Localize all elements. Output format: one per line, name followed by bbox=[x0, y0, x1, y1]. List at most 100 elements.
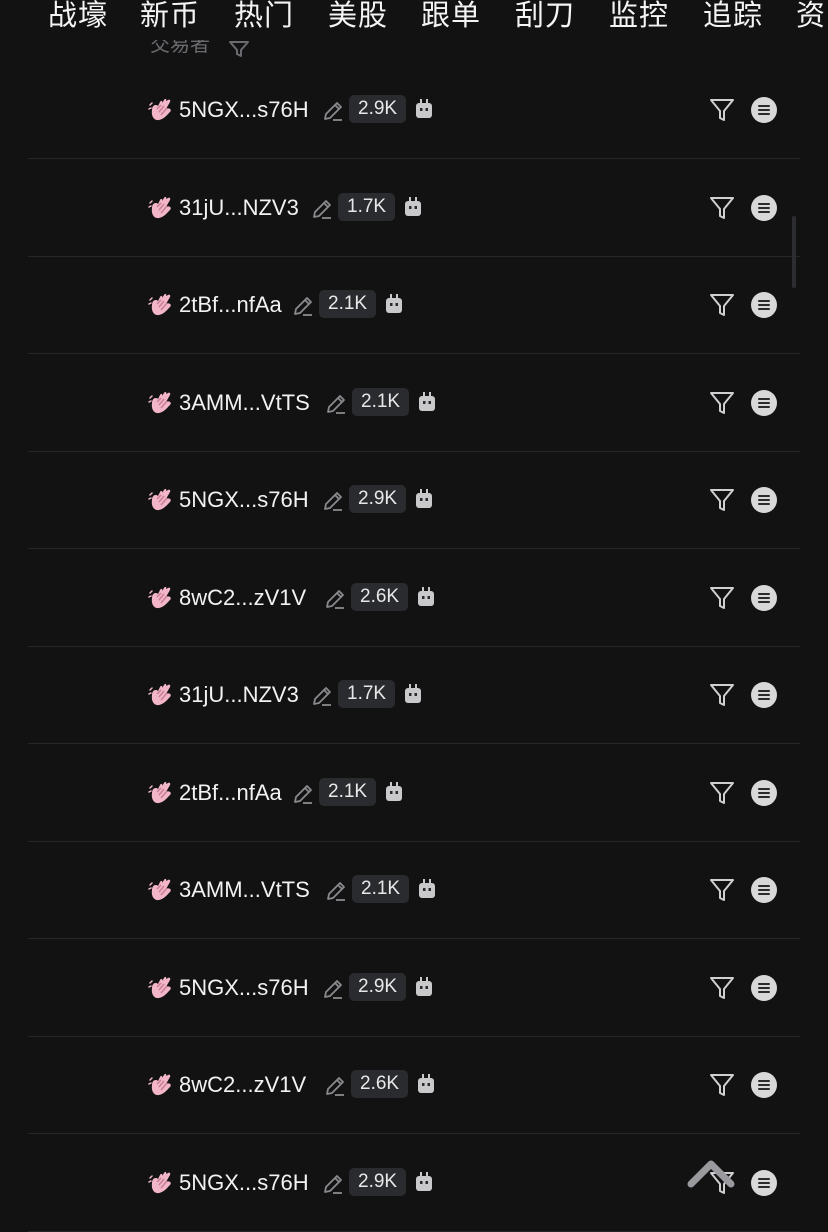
waving-hand-icon bbox=[148, 876, 176, 904]
waving-hand-icon bbox=[148, 389, 176, 417]
pencil-icon[interactable] bbox=[323, 1074, 347, 1098]
robot-icon bbox=[416, 877, 438, 901]
wallet-address[interactable]: 5NGX...s76H bbox=[179, 485, 309, 515]
list-item[interactable]: 31jU...NZV3 1.7K bbox=[0, 160, 828, 257]
menu-circle-icon[interactable] bbox=[751, 682, 777, 708]
tab-5[interactable]: 刮刀 bbox=[515, 0, 575, 34]
menu-circle-icon[interactable] bbox=[751, 389, 777, 416]
menu-circle-icon[interactable] bbox=[751, 194, 777, 221]
list-item[interactable]: 5NGX...s76H 2.9K bbox=[0, 940, 828, 1037]
pencil-icon[interactable] bbox=[321, 489, 345, 513]
filter-icon[interactable] bbox=[708, 389, 736, 417]
waving-hand-icon bbox=[148, 1169, 176, 1197]
menu-circle-icon[interactable] bbox=[751, 1169, 777, 1196]
count-badge: 2.9K bbox=[349, 95, 407, 123]
menu-circle-icon[interactable] bbox=[751, 779, 777, 806]
wallet-address[interactable]: 31jU...NZV3 bbox=[179, 680, 299, 710]
wallet-address[interactable]: 8wC2...zV1V bbox=[179, 583, 306, 613]
tab-6[interactable]: 监控 bbox=[609, 0, 669, 34]
list-item[interactable]: 8wC2...zV1V 2.6K bbox=[0, 550, 828, 647]
robot-icon bbox=[415, 585, 437, 609]
row-divider bbox=[28, 1230, 800, 1232]
pencil-icon[interactable] bbox=[291, 294, 315, 318]
menu-circle-icon[interactable] bbox=[751, 97, 777, 123]
count-badge: 2.1K bbox=[319, 777, 377, 806]
list-item[interactable]: 8wC2...zV1V 2.6K bbox=[0, 1037, 828, 1134]
pencil-icon[interactable] bbox=[310, 197, 334, 221]
filter-icon[interactable] bbox=[708, 974, 736, 1002]
wallet-address[interactable]: 3AMM...VtTS bbox=[179, 388, 310, 418]
filter-icon[interactable] bbox=[708, 779, 736, 807]
robot-icon bbox=[413, 1170, 435, 1194]
waving-hand-icon bbox=[148, 681, 176, 709]
robot-icon bbox=[413, 975, 435, 999]
list-item[interactable]: 31jU...NZV3 1.7K bbox=[0, 647, 828, 744]
filter-icon[interactable] bbox=[708, 194, 736, 222]
menu-circle-icon[interactable] bbox=[751, 974, 777, 1001]
list-item[interactable]: 3AMM...VtTS 2.1K bbox=[0, 842, 828, 939]
robot-icon bbox=[413, 487, 435, 511]
wallet-address[interactable]: 5NGX...s76H bbox=[179, 95, 309, 125]
filter-icon[interactable] bbox=[708, 291, 736, 319]
filter-icon[interactable] bbox=[708, 681, 736, 709]
scrollbar[interactable] bbox=[792, 216, 796, 288]
robot-icon bbox=[413, 97, 435, 121]
chevron-up-icon[interactable] bbox=[686, 1154, 736, 1190]
filter-icon[interactable] bbox=[708, 584, 736, 612]
pencil-icon[interactable] bbox=[324, 392, 348, 416]
wallet-address[interactable]: 5NGX...s76H bbox=[179, 1168, 309, 1198]
list-item[interactable]: 5NGX...s76H 2.9K bbox=[0, 62, 828, 159]
tab-4[interactable]: 跟单 bbox=[421, 0, 481, 34]
tab-7[interactable]: 追踪 bbox=[703, 0, 763, 34]
robot-icon bbox=[402, 195, 424, 219]
menu-circle-icon[interactable] bbox=[751, 877, 777, 903]
waving-hand-icon bbox=[148, 1071, 176, 1099]
robot-icon bbox=[383, 292, 405, 316]
wallet-address[interactable]: 5NGX...s76H bbox=[179, 973, 309, 1003]
pencil-icon[interactable] bbox=[321, 99, 345, 123]
robot-icon bbox=[416, 390, 438, 414]
wallet-address[interactable]: 2tBf...nfAa bbox=[179, 290, 282, 320]
count-badge: 2.6K bbox=[351, 1070, 409, 1098]
pencil-icon[interactable] bbox=[321, 977, 345, 1001]
pencil-icon[interactable] bbox=[324, 879, 348, 903]
pencil-icon[interactable] bbox=[321, 1172, 345, 1196]
tab-0[interactable]: 战壕 bbox=[48, 0, 108, 34]
count-badge: 1.7K bbox=[338, 680, 396, 708]
wallet-address[interactable]: 2tBf...nfAa bbox=[179, 778, 282, 808]
pencil-icon[interactable] bbox=[323, 587, 347, 611]
pencil-icon[interactable] bbox=[291, 782, 315, 806]
robot-icon bbox=[383, 780, 405, 804]
list-item[interactable]: 5NGX...s76H 2.9K bbox=[0, 452, 828, 549]
count-badge: 2.9K bbox=[349, 972, 407, 1001]
filter-icon[interactable] bbox=[708, 96, 736, 124]
wallet-address[interactable]: 31jU...NZV3 bbox=[179, 193, 299, 223]
list-item[interactable]: 3AMM...VtTS 2.1K bbox=[0, 355, 828, 452]
menu-circle-icon[interactable] bbox=[751, 1072, 777, 1098]
filter-icon[interactable] bbox=[708, 876, 736, 904]
count-badge: 2.1K bbox=[352, 387, 410, 416]
count-badge: 2.1K bbox=[319, 290, 377, 318]
menu-circle-icon[interactable] bbox=[751, 292, 777, 318]
filter-icon[interactable] bbox=[228, 40, 250, 58]
robot-icon bbox=[402, 682, 424, 706]
count-badge: 2.9K bbox=[349, 1167, 407, 1196]
tab-3[interactable]: 美股 bbox=[328, 0, 388, 34]
count-badge: 2.1K bbox=[352, 875, 410, 903]
count-badge: 2.9K bbox=[349, 485, 407, 513]
waving-hand-icon bbox=[148, 194, 176, 222]
filter-icon[interactable] bbox=[708, 486, 736, 514]
wallet-address[interactable]: 3AMM...VtTS bbox=[179, 875, 310, 905]
menu-circle-icon[interactable] bbox=[751, 487, 777, 513]
list-item[interactable]: 2tBf...nfAa 2.1K bbox=[0, 745, 828, 842]
column-header-trader: 交易者 bbox=[150, 34, 250, 64]
pencil-icon[interactable] bbox=[310, 684, 334, 708]
tab-1[interactable]: 新币 bbox=[140, 0, 200, 34]
filter-icon[interactable] bbox=[708, 1071, 736, 1099]
tab-2[interactable]: 热门 bbox=[234, 0, 294, 34]
list-item[interactable]: 2tBf...nfAa 2.1K bbox=[0, 257, 828, 354]
menu-circle-icon[interactable] bbox=[751, 584, 777, 611]
tab-8[interactable]: 资 bbox=[796, 0, 826, 34]
wallet-address[interactable]: 8wC2...zV1V bbox=[179, 1070, 306, 1100]
waving-hand-icon bbox=[148, 486, 176, 514]
